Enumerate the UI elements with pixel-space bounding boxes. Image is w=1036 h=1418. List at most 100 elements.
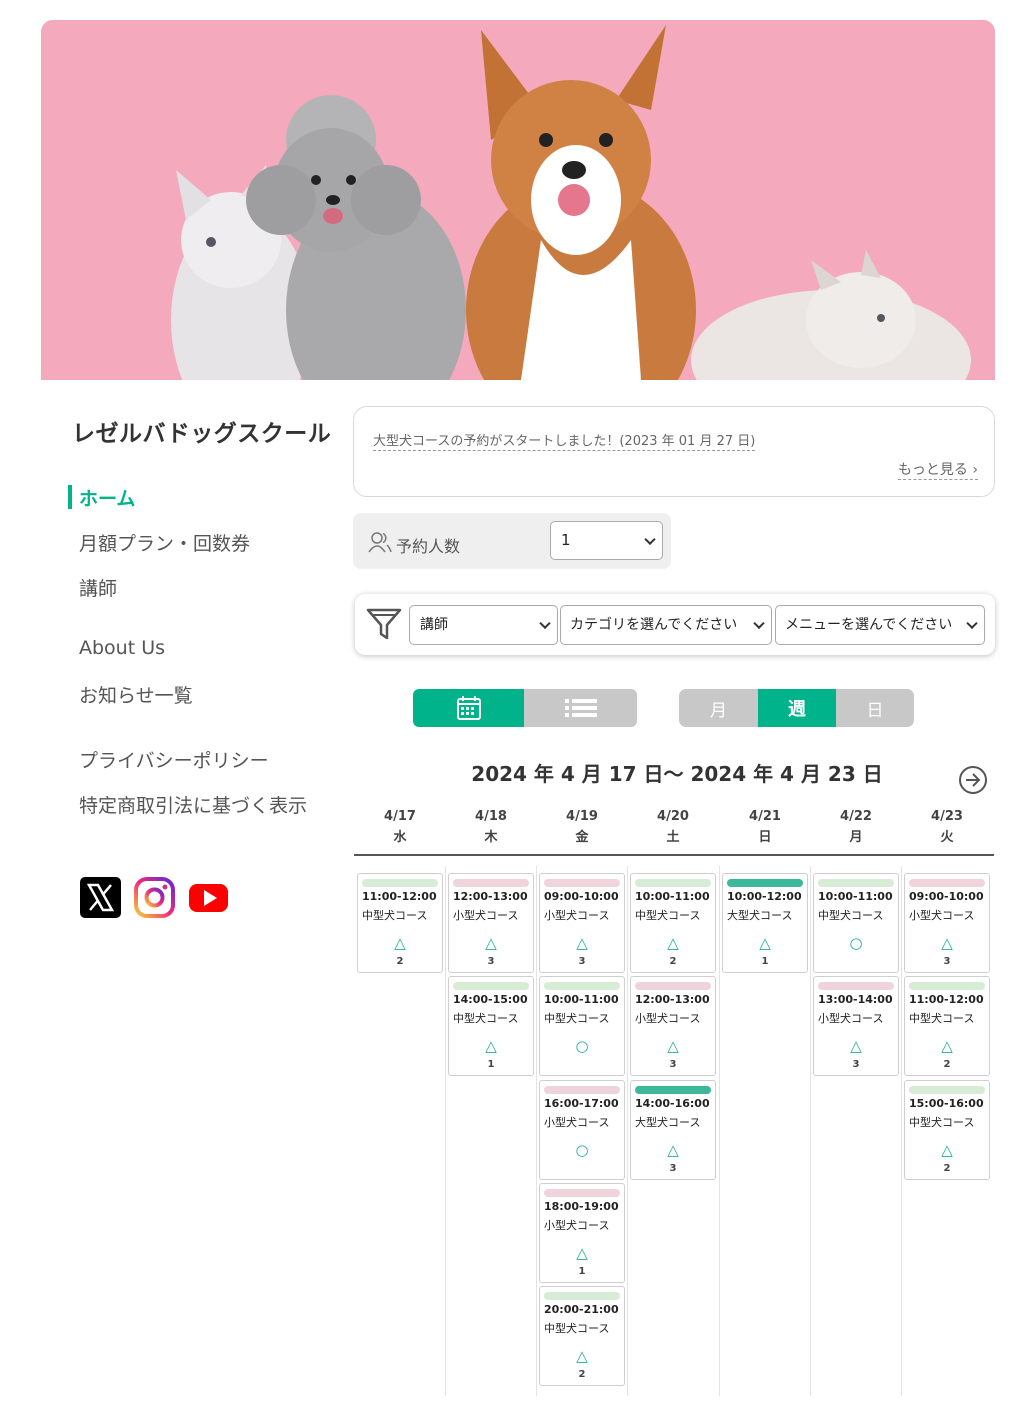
availability-mark: △ [576, 1347, 588, 1365]
arrow-right-icon [966, 773, 981, 787]
nav-home[interactable]: ホーム [79, 484, 135, 511]
lesson-slot[interactable]: 11:00-12:00 中型犬コース △ 2 [357, 873, 443, 973]
slot-time: 13:00-14:00 [818, 993, 893, 1006]
lesson-slot[interactable]: 10:00-11:00 中型犬コース △ 2 [630, 873, 716, 973]
guest-count-value: 1 [561, 531, 571, 549]
course-color-bar [544, 1086, 620, 1094]
nav-news[interactable]: お知らせ一覧 [79, 681, 193, 708]
lesson-slot[interactable]: 15:00-16:00 中型犬コース △ 2 [904, 1080, 990, 1180]
slot-time: 14:00-16:00 [635, 1097, 710, 1110]
lesson-slot[interactable]: 10:00-12:00 大型犬コース △ 1 [722, 873, 808, 973]
lesson-slot[interactable]: 10:00-11:00 中型犬コース ○ [539, 976, 625, 1076]
lesson-slot[interactable]: 12:00-13:00 小型犬コース △ 3 [448, 873, 534, 973]
header-divider [354, 854, 994, 856]
notice-box: 大型犬コースの予約がスタートしました！(2023 年 01 月 27 日) もっ… [353, 406, 995, 497]
users-icon [368, 532, 392, 553]
menu-select[interactable]: メニューを選んでください [775, 605, 985, 645]
availability-mark: △ [485, 1037, 497, 1055]
date-range: 2024 年 4 月 17 日〜 2024 年 4 月 23 日 [471, 762, 883, 786]
lesson-slot[interactable]: 09:00-10:00 小型犬コース △ 3 [539, 873, 625, 973]
slot-course: 大型犬コース [727, 909, 793, 922]
instagram-icon[interactable] [134, 877, 175, 918]
remaining-count: 3 [669, 1163, 677, 1174]
availability-mark: △ [941, 1141, 953, 1159]
slot-course: 中型犬コース [818, 909, 884, 922]
lesson-slot[interactable]: 14:00-16:00 大型犬コース △ 3 [630, 1080, 716, 1180]
column-divider [627, 866, 628, 1396]
pets-illustration [41, 20, 995, 380]
slot-time: 09:00-10:00 [909, 890, 984, 903]
lesson-slot[interactable]: 14:00-15:00 中型犬コース △ 1 [448, 976, 534, 1076]
lesson-slot[interactable]: 11:00-12:00 中型犬コース △ 2 [904, 976, 990, 1076]
category-select-value: カテゴリを選んでください [570, 617, 738, 633]
remaining-count: 3 [487, 956, 495, 967]
nav-about[interactable]: About Us [79, 637, 165, 659]
availability-mark: △ [941, 934, 953, 952]
slot-course: 小型犬コース [818, 1012, 884, 1025]
remaining-count: 3 [578, 956, 586, 967]
day-header: 4/23 火 [902, 806, 992, 848]
youtube-icon[interactable] [188, 877, 229, 918]
course-color-bar [727, 879, 803, 887]
nav-instructors[interactable]: 講師 [79, 574, 117, 601]
lesson-slot[interactable]: 10:00-11:00 中型犬コース ○ [813, 873, 899, 973]
slot-course: 中型犬コース [909, 1116, 975, 1129]
display-mode-toggle [413, 689, 637, 727]
availability-mark: △ [576, 1244, 588, 1262]
slot-course: 中型犬コース [453, 1012, 519, 1025]
column-divider [536, 866, 537, 1396]
remaining-count: 2 [669, 956, 677, 967]
period-toggle: 月 週 日 [679, 689, 914, 727]
instructor-select[interactable]: 講師 [409, 605, 558, 645]
calendar-icon [456, 696, 481, 720]
slot-time: 10:00-12:00 [727, 890, 802, 903]
month-button[interactable]: 月 [679, 689, 758, 727]
course-color-bar [635, 1086, 711, 1094]
chevron-down-icon [966, 617, 978, 630]
calendar-view-button[interactable] [413, 689, 524, 727]
category-select[interactable]: カテゴリを選んでください [560, 605, 772, 645]
nav-plans[interactable]: 月額プラン・回数券 [79, 529, 250, 556]
slot-time: 12:00-13:00 [453, 890, 528, 903]
day-header: 4/18 木 [446, 806, 536, 848]
day-button[interactable]: 日 [836, 689, 914, 727]
notice-link[interactable]: 大型犬コースの予約がスタートしました！(2023 年 01 月 27 日) [373, 430, 756, 451]
next-week-button[interactable] [959, 766, 987, 794]
slot-time: 11:00-12:00 [909, 993, 984, 1006]
availability-mark: △ [667, 1037, 679, 1055]
more-link[interactable]: もっと見る › [897, 459, 978, 480]
course-color-bar [544, 1292, 620, 1300]
availability-mark: △ [667, 1141, 679, 1159]
slot-course: 中型犬コース [909, 1012, 975, 1025]
remaining-count: 1 [578, 1266, 586, 1277]
lesson-slot[interactable]: 18:00-19:00 小型犬コース △ 1 [539, 1183, 625, 1283]
list-view-button[interactable] [524, 689, 637, 727]
nav-privacy[interactable]: プライバシーポリシー [79, 746, 269, 773]
slot-course: 小型犬コース [544, 909, 610, 922]
x-icon[interactable] [80, 877, 121, 918]
lesson-slot[interactable]: 12:00-13:00 小型犬コース △ 3 [630, 976, 716, 1076]
slot-time: 10:00-11:00 [635, 890, 710, 903]
course-color-bar [453, 879, 529, 887]
lesson-slot[interactable]: 20:00-21:00 中型犬コース △ 2 [539, 1286, 625, 1386]
day-of-week: 木 [484, 830, 498, 845]
slot-course: 小型犬コース [909, 909, 975, 922]
day-of-week: 金 [575, 830, 589, 845]
remaining-count: 3 [943, 956, 951, 967]
day-date: 4/22 [840, 809, 872, 824]
lesson-slot[interactable]: 09:00-10:00 小型犬コース △ 3 [904, 873, 990, 973]
day-of-week: 水 [393, 830, 407, 845]
availability-mark: △ [394, 934, 406, 952]
lesson-slot[interactable]: 16:00-17:00 小型犬コース ○ [539, 1080, 625, 1180]
nav-tokusho[interactable]: 特定商取引法に基づく表示 [79, 791, 307, 818]
lesson-slot[interactable]: 13:00-14:00 小型犬コース △ 3 [813, 976, 899, 1076]
site-title[interactable]: レゼルバドッグスクール [72, 414, 331, 448]
slot-time: 10:00-11:00 [544, 993, 619, 1006]
course-color-bar [635, 982, 711, 990]
guest-count-select[interactable]: 1 [550, 521, 663, 560]
chevron-down-icon [753, 617, 765, 630]
week-button[interactable]: 週 [758, 689, 836, 727]
instructor-select-value: 講師 [420, 617, 448, 633]
slot-time: 15:00-16:00 [909, 1097, 984, 1110]
day-date: 4/19 [566, 809, 598, 824]
